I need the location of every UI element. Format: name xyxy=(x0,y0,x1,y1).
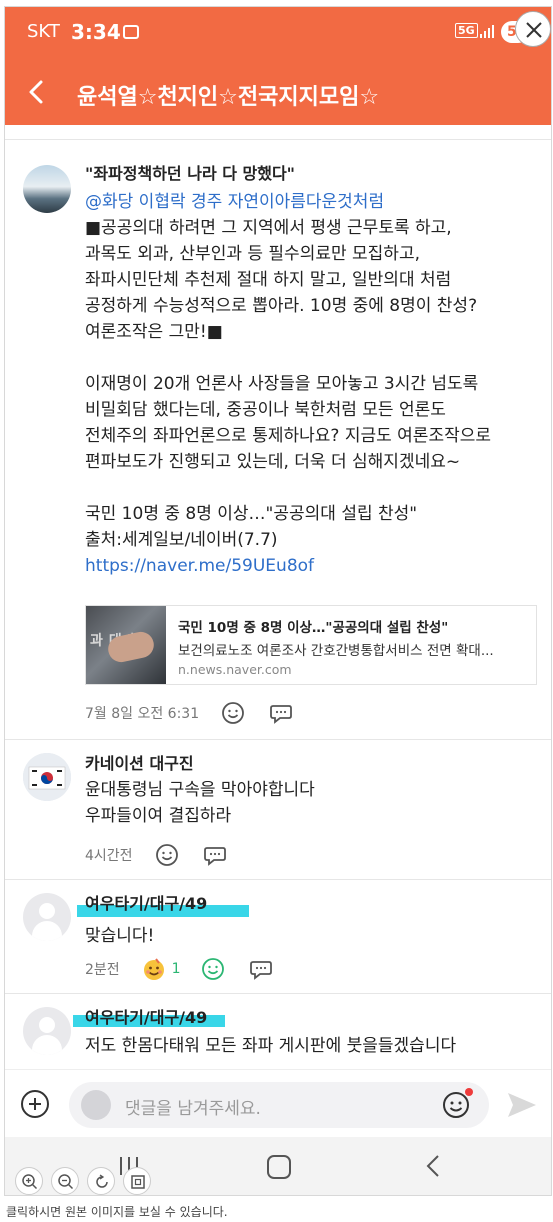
fullscreen-button[interactable] xyxy=(123,1167,151,1195)
clock: 3:34 xyxy=(71,20,121,44)
page-title: 윤석열☆천지인☆전국지지모임☆ xyxy=(77,85,380,110)
home-icon[interactable] xyxy=(267,1155,291,1179)
comment-meta: 2분전 1 xyxy=(85,957,297,981)
post-line: 국민 10명 중 8명 이상…"공공의대 설립 찬성" xyxy=(85,504,418,524)
smile-icon[interactable] xyxy=(201,957,225,981)
notification-dot xyxy=(465,1088,473,1096)
post-headline: "좌파정책하던 나라 다 망했다" xyxy=(85,164,296,183)
signal-icon xyxy=(480,25,494,38)
system-nav-bar xyxy=(5,1137,551,1195)
comment-author[interactable]: 카네이션 대구진 xyxy=(85,751,545,777)
post-body: "좌파정책하던 나라 다 망했다" @화당 이협락 경주 자연이아름다운것처럼 … xyxy=(85,161,545,579)
back-nav-icon[interactable] xyxy=(423,1153,443,1179)
divider xyxy=(5,993,551,994)
phone-screen: SKT 3:34 5G 5 윤석열☆천지인☆전국지지모임☆ · · · xyxy=(4,6,552,1196)
rotate-icon xyxy=(96,1174,108,1188)
avatar[interactable] xyxy=(23,753,71,801)
avatar[interactable] xyxy=(23,1007,71,1055)
post-line: 이재명이 20개 언론사 사장들을 모아놓고 3시간 넘도록 xyxy=(85,374,479,394)
speech-bubble-icon[interactable] xyxy=(249,957,273,981)
comment-body: 여우타기/대구/49 맞습니다! xyxy=(85,891,545,949)
reaction-count: 1 xyxy=(171,961,181,977)
image-caption: 클릭하시면 원본 이미지를 보실 수 있습니다. xyxy=(6,1205,228,1219)
post-line: 편파보도가 진행되고 있는데, 더욱 더 심해지겠네요~ xyxy=(85,452,461,472)
post-line: 공정하게 수능성적으로 뽑아라. 10명 중에 8명이 찬성? xyxy=(85,296,478,316)
carrier-label: SKT xyxy=(27,21,60,42)
close-icon xyxy=(526,22,542,38)
link-thumbnail: 과대학 xyxy=(86,606,166,684)
zoom-in-button[interactable] xyxy=(15,1167,43,1195)
previous-meta-row: · · · xyxy=(83,125,104,132)
plus-icon[interactable] xyxy=(21,1090,49,1118)
comment-meta: 4시간전 xyxy=(85,843,251,867)
comment-line: 윤대통령님 구속을 막아야합니다 xyxy=(85,780,315,800)
avatar[interactable] xyxy=(23,165,71,213)
comment-body: 여우타기/대구/49 저도 한몸다태워 모든 좌파 게시판에 붓을들겠습니다 xyxy=(85,1005,545,1059)
title-bar: 윤석열☆천지인☆전국지지모임☆ xyxy=(5,65,551,121)
close-button[interactable] xyxy=(515,11,551,47)
post-line: 비밀회담 했다는데, 중공이나 북한처럼 모든 언론도 xyxy=(85,400,446,420)
zoom-out-icon xyxy=(58,1174,74,1190)
divider xyxy=(5,879,551,880)
app-header: SKT 3:34 5G 5 윤석열☆천지인☆전국지지모임☆ xyxy=(5,7,551,125)
comment-time: 4시간전 xyxy=(85,848,133,864)
post-meta: 7월 8일 오전 6:31 xyxy=(85,701,317,725)
comment-placeholder: 댓글을 남겨주세요. xyxy=(125,1099,261,1119)
mention-line[interactable]: @화당 이협락 경주 자연이아름다운것처럼 xyxy=(85,189,545,215)
comment-body: 카네이션 대구진 윤대통령님 구속을 막아야합니다 우파들이여 결집하라 xyxy=(85,751,545,829)
smile-icon[interactable] xyxy=(221,701,245,725)
post-line: 출처:세계일보/네이버(7.7) xyxy=(85,530,278,550)
network-badge: 5G xyxy=(455,23,478,38)
fullscreen-icon xyxy=(131,1175,145,1189)
link-card-description: 보건의료노조 여론조사 간호간병통합서비스 전면 확대... xyxy=(178,643,494,659)
rotate-button[interactable] xyxy=(87,1167,115,1195)
post-timestamp: 7월 8일 오전 6:31 xyxy=(85,706,200,722)
post-line: ■공공의대 하려면 그 지역에서 평생 근무토록 하고, xyxy=(85,218,452,238)
link-preview-card[interactable]: 과대학 국민 10명 중 8명 이상…"공공의대 설립 찬성" 보건의료노조 여… xyxy=(85,605,537,685)
back-arrow-icon[interactable] xyxy=(23,77,51,107)
post-line: 전체주의 좌파언론으로 통제하나요? 지금도 여론조작으로 xyxy=(85,426,491,446)
link-card-title: 국민 10명 중 8명 이상…"공공의대 설립 찬성" xyxy=(178,620,449,636)
send-icon[interactable] xyxy=(505,1090,539,1120)
flag-avatar-image xyxy=(23,753,71,801)
comment-time: 2분전 xyxy=(85,962,120,978)
speech-bubble-icon[interactable] xyxy=(203,843,227,867)
comment-author[interactable]: 여우타기/대구/49 xyxy=(85,1005,545,1031)
divider xyxy=(5,139,551,140)
post-line: 좌파시민단체 추천제 절대 하지 말고, 일반의대 처럼 xyxy=(85,270,452,290)
post-line xyxy=(85,345,545,371)
comment-line: 맞습니다! xyxy=(85,926,155,946)
post-line: 여론조작은 그만!■ xyxy=(85,322,223,342)
speech-bubble-icon[interactable] xyxy=(269,701,293,725)
reaction-emoji-icon[interactable] xyxy=(142,957,166,981)
zoom-in-icon xyxy=(22,1174,38,1190)
avatar[interactable] xyxy=(23,893,71,941)
comment-author[interactable]: 여우타기/대구/49 xyxy=(85,891,545,917)
smile-icon[interactable] xyxy=(155,843,179,867)
zoom-out-button[interactable] xyxy=(51,1167,79,1195)
comment-line: 저도 한몸다태워 모든 좌파 게시판에 붓을들겠습니다 xyxy=(85,1036,457,1056)
image-zoom-tools xyxy=(15,1167,151,1195)
post-line: 과목도 외과, 산부인과 등 필수의료만 모집하고, xyxy=(85,244,420,264)
comment-composer: 댓글을 남겨주세요. xyxy=(5,1069,551,1137)
avatar xyxy=(81,1090,111,1120)
screen-record-icon xyxy=(123,25,139,39)
post-url-link[interactable]: https://naver.me/59UEu8of xyxy=(85,553,545,579)
comment-feed[interactable]: · · · "좌파정책하던 나라 다 망했다" @화당 이협락 경주 자연이아름… xyxy=(5,125,551,1069)
comment-line: 우파들이여 결집하라 xyxy=(85,806,232,826)
divider xyxy=(5,739,551,740)
post-line xyxy=(85,475,545,501)
comment-input[interactable]: 댓글을 남겨주세요. xyxy=(69,1082,489,1128)
status-bar: SKT 3:34 5G 5 xyxy=(5,7,551,59)
link-card-domain: n.news.naver.com xyxy=(178,662,292,677)
